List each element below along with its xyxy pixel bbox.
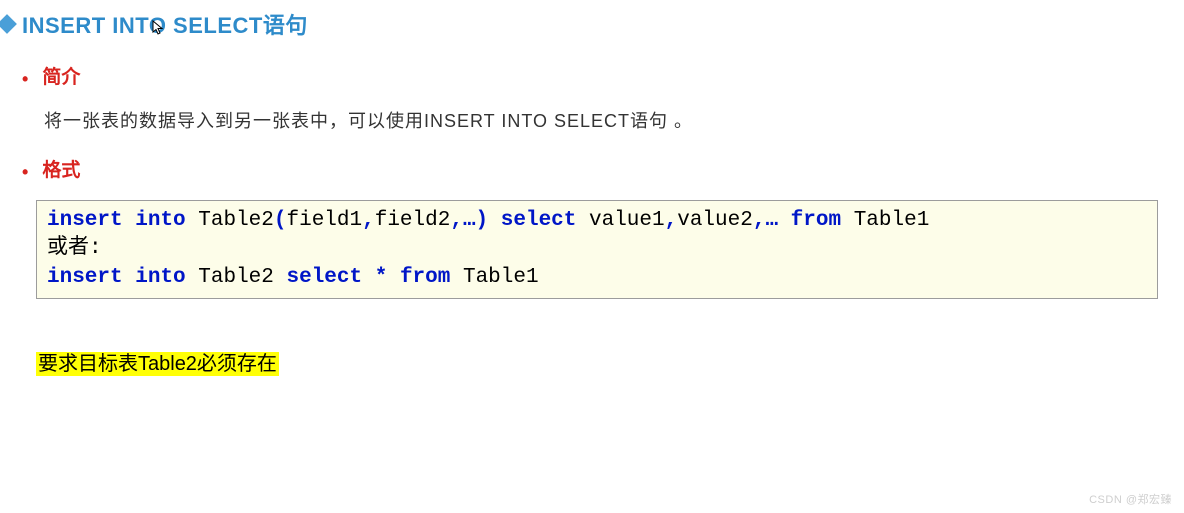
format-heading: • 格式 — [0, 155, 1184, 182]
code-keyword: , — [665, 209, 678, 232]
watermark-text: CSDN @郑宏臻 — [1089, 491, 1172, 507]
code-keyword: from — [791, 209, 841, 232]
code-keyword: from — [400, 266, 450, 289]
code-keyword: ( — [274, 209, 287, 232]
bullet-dot-icon: • — [22, 70, 28, 88]
code-keyword: select — [286, 266, 362, 289]
code-keyword: * — [375, 266, 388, 289]
code-text: Table1 — [450, 266, 538, 289]
code-block: insert into Table2(field1,field2,…) sele… — [36, 200, 1158, 299]
code-keyword: insert — [47, 209, 123, 232]
code-keyword: , — [362, 209, 375, 232]
code-text: Table2 — [186, 209, 274, 232]
mouse-cursor-icon — [152, 20, 166, 36]
code-text: field2 — [375, 209, 451, 232]
code-keyword: into — [135, 266, 185, 289]
format-label: 格式 — [42, 155, 80, 182]
code-text: value1 — [576, 209, 664, 232]
code-text: Table2 — [186, 266, 287, 289]
code-text: field1 — [286, 209, 362, 232]
intro-label: 简介 — [42, 62, 80, 89]
code-keyword: select — [501, 209, 577, 232]
highlight-note: 要求目标表Table2必须存在 — [36, 347, 1184, 376]
section-title: INSERT INTO SELECT语句 — [0, 8, 1184, 40]
code-keyword: ,…) — [450, 209, 488, 232]
code-keyword: ,… — [753, 209, 778, 232]
code-text: 或者: — [47, 237, 102, 260]
intro-heading: • 简介 — [0, 62, 1184, 89]
diamond-bullet-icon — [0, 14, 17, 34]
bullet-dot-icon: • — [22, 163, 28, 181]
code-text: Table1 — [841, 209, 929, 232]
intro-description: 将一张表的数据导入到另一张表中，可以使用INSERT INTO SELECT语句… — [0, 107, 1184, 133]
highlight-text: 要求目标表Table2必须存在 — [36, 352, 279, 376]
code-text: value2 — [677, 209, 753, 232]
code-keyword: into — [135, 209, 185, 232]
code-keyword: insert — [47, 266, 123, 289]
